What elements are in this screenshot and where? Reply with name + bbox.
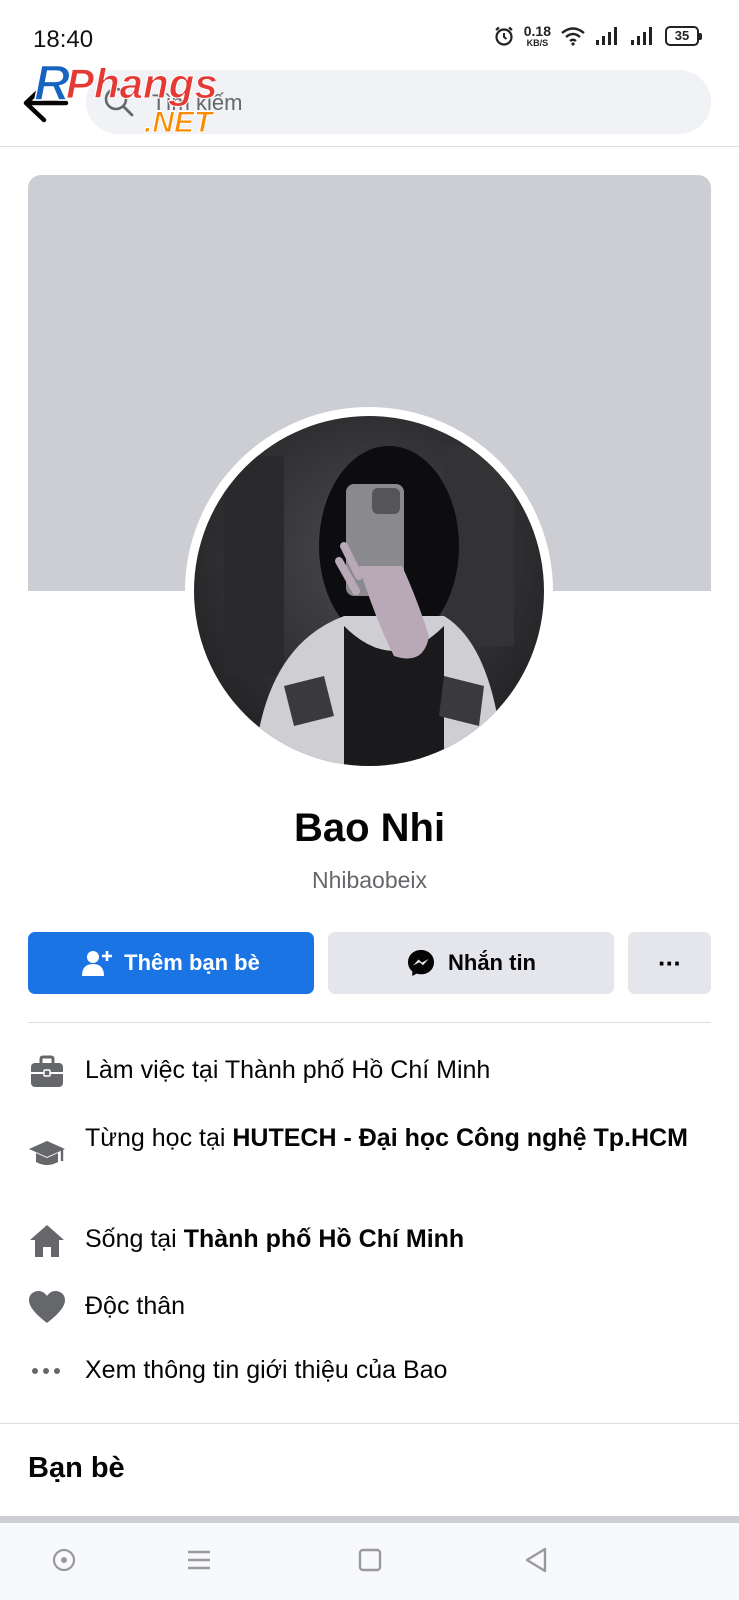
intro-see-more[interactable]: Xem thông tin giới thiệu của Bao <box>28 1353 688 1391</box>
status-time: 18:40 <box>33 26 94 53</box>
network-speed: 0.18 KB/S <box>524 24 551 48</box>
intro-education-text: Từng học tại HUTECH - Đại học Công nghệ … <box>85 1121 688 1155</box>
section-separator <box>0 1516 739 1523</box>
more-options-button[interactable]: ··· <box>628 932 711 994</box>
divider <box>28 1022 711 1023</box>
profile-username: Nhibaobeix <box>311 867 428 893</box>
more-dots-icon: ··· <box>658 947 682 978</box>
messenger-icon <box>408 950 434 976</box>
intro-education-school[interactable]: HUTECH - Đại học Công nghệ Tp.HCM <box>232 1124 688 1152</box>
add-friend-icon <box>82 951 113 976</box>
network-speed-value: 0.18 <box>523 23 551 39</box>
more-dots-icon <box>32 1368 60 1374</box>
system-navigation-bar <box>0 1523 739 1600</box>
signal-icon <box>631 27 652 45</box>
intro-education-prefix: Từng học tại <box>85 1124 233 1152</box>
profile-name: Bao Nhi <box>293 806 446 850</box>
menu-icon[interactable] <box>182 1543 216 1577</box>
assistant-dot-icon[interactable] <box>47 1543 81 1577</box>
watermark-line1: Phangs <box>66 60 218 107</box>
message-label: Nhắn tin <box>448 950 536 975</box>
message-button[interactable]: Nhắn tin <box>328 932 614 994</box>
profile-avatar[interactable] <box>185 407 553 775</box>
intro-location-text: Sống tại Thành phố Hồ Chí Minh <box>85 1222 464 1256</box>
add-friend-button[interactable]: Thêm bạn bè <box>28 932 314 994</box>
graduation-cap-icon <box>29 1141 65 1165</box>
home-icon <box>30 1225 64 1257</box>
signal-icon <box>596 27 617 45</box>
watermark-line2: .NET <box>144 106 215 136</box>
watermark-logo: R Phangs .NET <box>33 56 218 136</box>
intro-item-work: Làm việc tại Thành phố Hồ Chí Minh <box>28 1053 688 1091</box>
home-square-icon[interactable] <box>353 1543 387 1577</box>
back-triangle-icon[interactable] <box>520 1543 554 1577</box>
wifi-icon <box>561 27 585 46</box>
status-icons: 0.18 KB/S 35 <box>493 24 702 48</box>
intro-see-more-text: Xem thông tin giới thiệu của Bao <box>85 1356 448 1384</box>
avatar-photo <box>194 416 544 766</box>
intro-work-text: Làm việc tại Thành phố Hồ Chí Minh <box>85 1056 491 1084</box>
intro-item-relationship: Độc thân <box>28 1289 688 1327</box>
status-bar: 18:40 0.18 KB/S 35 <box>0 0 739 62</box>
watermark-initial: R <box>34 56 70 111</box>
intro-location-city[interactable]: Thành phố Hồ Chí Minh <box>184 1225 465 1253</box>
friends-section-heading: Bạn bè <box>28 1452 125 1484</box>
alarm-icon <box>495 26 513 46</box>
heart-icon <box>29 1291 65 1323</box>
section-separator <box>0 1423 739 1424</box>
intro-item-education: Từng học tại HUTECH - Đại học Công nghệ … <box>28 1121 688 1173</box>
add-friend-label: Thêm bạn bè <box>124 950 260 975</box>
intro-relationship-text: Độc thân <box>85 1292 186 1320</box>
battery-icon: 35 <box>665 26 702 46</box>
network-speed-unit: KB/S <box>526 38 549 48</box>
intro-location-prefix: Sống tại <box>85 1225 184 1253</box>
intro-item-location: Sống tại Thành phố Hồ Chí Minh <box>28 1222 688 1260</box>
briefcase-icon <box>31 1055 63 1087</box>
